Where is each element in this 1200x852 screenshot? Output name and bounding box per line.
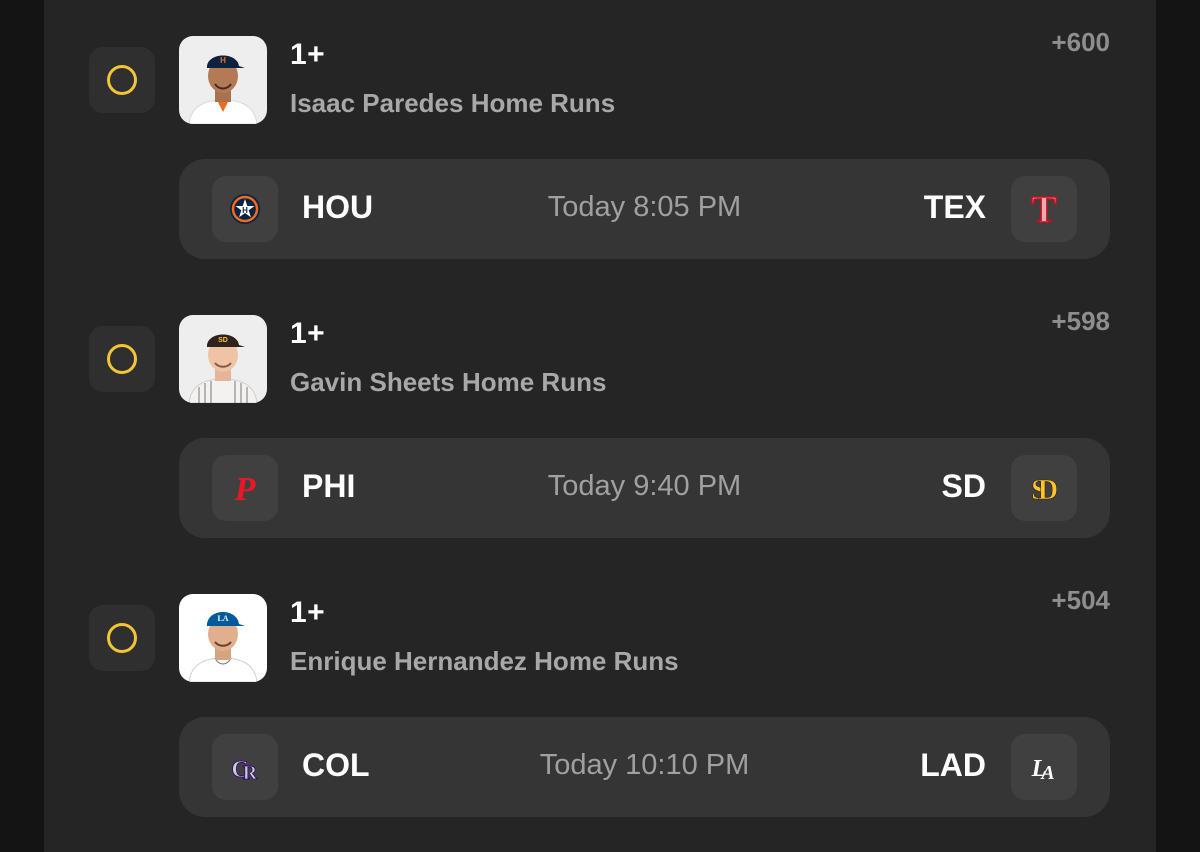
game-info-bar[interactable]: P PHI Today 9:40 PM SD S D	[179, 438, 1110, 538]
player-headshot: SD	[179, 315, 267, 403]
radio-circle-icon	[107, 65, 137, 95]
left-gutter	[0, 0, 44, 852]
svg-text:T: T	[1031, 189, 1056, 229]
market-label: Gavin Sheets Home Runs	[290, 367, 607, 397]
player-headshot: LA	[179, 594, 267, 682]
game-info-bar[interactable]: H HOU Today 8:05 PM TEX T T	[179, 159, 1110, 259]
select-pick-button[interactable]	[89, 326, 155, 392]
threshold-label: 1+	[290, 596, 326, 629]
svg-text:H: H	[220, 56, 226, 65]
game-info-bar[interactable]: C R COL Today 10:10 PM LAD L A	[179, 717, 1110, 817]
market-label: Isaac Paredes Home Runs	[290, 88, 616, 118]
pick-row: SD 1+ Gavin Sheets Home Runs +598 P PHI …	[44, 279, 1156, 558]
select-pick-button[interactable]	[89, 605, 155, 671]
svg-text:LA: LA	[217, 614, 228, 623]
svg-text:A: A	[1039, 762, 1054, 784]
home-team-abbr: LAD	[920, 747, 986, 783]
home-team-abbr: TEX	[923, 189, 986, 225]
market-label: Enrique Hernandez Home Runs	[290, 646, 679, 676]
home-team-abbr: SD	[941, 468, 986, 504]
threshold-label: 1+	[290, 317, 326, 350]
odds-value: +504	[1051, 585, 1110, 615]
odds-value: +600	[1051, 27, 1110, 57]
svg-text:SD: SD	[218, 337, 228, 344]
select-pick-button[interactable]	[89, 47, 155, 113]
pick-list: H 1+ Isaac Paredes Home Runs +600 H HOU …	[44, 0, 1156, 852]
player-headshot: H	[179, 36, 267, 124]
pick-row: LA 1+ Enrique Hernandez Home Runs +504 C…	[44, 558, 1156, 837]
svg-text:D: D	[1038, 475, 1058, 506]
pick-row: H 1+ Isaac Paredes Home Runs +600 H HOU …	[44, 0, 1156, 279]
odds-value: +598	[1051, 306, 1110, 336]
right-gutter	[1156, 0, 1200, 852]
dodgers-logo-icon: L A	[1011, 734, 1077, 800]
padres-logo-icon: S D	[1011, 455, 1077, 521]
threshold-label: 1+	[290, 38, 326, 71]
rangers-logo-icon: T T	[1011, 176, 1077, 242]
radio-circle-icon	[107, 623, 137, 653]
radio-circle-icon	[107, 344, 137, 374]
